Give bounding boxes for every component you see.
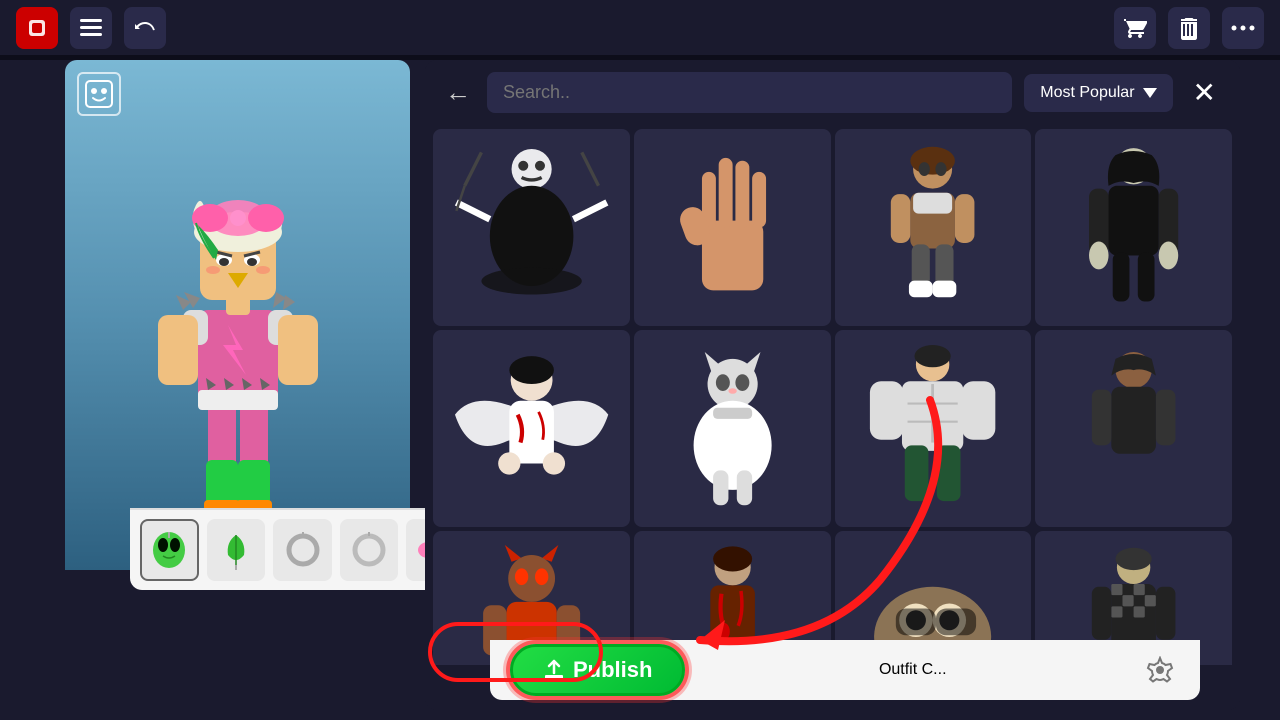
cart-icon[interactable] [1114, 7, 1156, 49]
grid-item-dark-figure[interactable] [1035, 129, 1232, 326]
search-input[interactable] [503, 82, 996, 103]
items-grid [425, 125, 1240, 665]
top-bar-right [1114, 7, 1264, 49]
roblox-logo-icon[interactable] [16, 7, 58, 49]
outfit-creator-text: Outfit C... [879, 661, 947, 679]
avatar-character [128, 130, 348, 550]
avatar-background [65, 60, 410, 570]
sort-button[interactable]: Most Popular [1024, 74, 1172, 112]
accessory-alien[interactable] [140, 519, 199, 581]
grid-item-cat-figure[interactable] [634, 330, 831, 527]
delete-icon[interactable] [1168, 7, 1210, 49]
bottom-bar: Publish Outfit C... [490, 640, 1200, 700]
search-input-wrapper [487, 72, 1012, 113]
publish-label: Publish [573, 657, 652, 683]
undo-icon[interactable] [124, 7, 166, 49]
accessories-bar [130, 508, 475, 590]
grid-item-hand[interactable] [634, 129, 831, 326]
top-bar-left [16, 7, 166, 49]
menu-icon[interactable] [70, 7, 112, 49]
settings-button[interactable] [1140, 650, 1180, 690]
grid-item-dark-figure2[interactable] [1035, 330, 1232, 527]
grid-item-muscle-figure[interactable] [835, 330, 1032, 527]
avatar-face-icon[interactable] [77, 72, 121, 116]
avatar-container [65, 60, 410, 650]
back-button[interactable]: ← [441, 73, 475, 112]
more-icon[interactable] [1222, 7, 1264, 49]
search-header: ← Most Popular ✕ [425, 60, 1240, 125]
browser-panel: ← Most Popular ✕ [425, 60, 1240, 710]
sort-label: Most Popular [1040, 84, 1134, 102]
accessory-ring1[interactable] [273, 519, 332, 581]
publish-button[interactable]: Publish [510, 644, 685, 696]
item-grid-container [425, 125, 1240, 665]
grid-item-white-angel[interactable] [433, 330, 630, 527]
grid-item-brown-figure[interactable] [835, 129, 1032, 326]
grid-item-black-dress[interactable] [433, 129, 630, 326]
accessory-leaf[interactable] [207, 519, 266, 581]
accessory-ring2[interactable] [340, 519, 399, 581]
top-bar [0, 0, 1280, 55]
close-button[interactable]: ✕ [1185, 72, 1224, 113]
